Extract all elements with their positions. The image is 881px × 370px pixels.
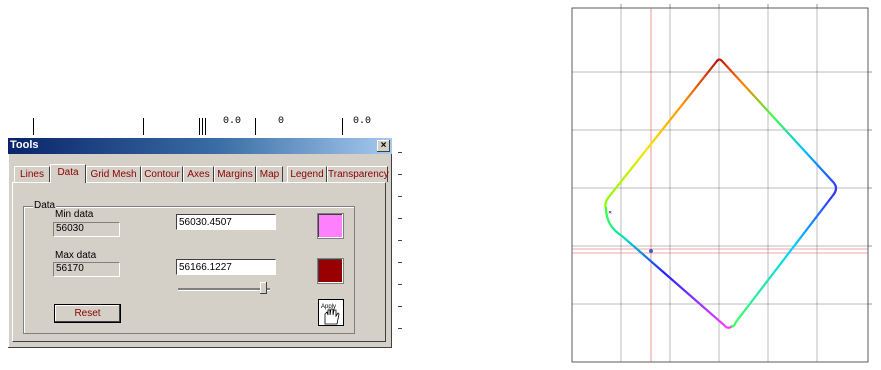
dialog-title: Tools (10, 139, 39, 151)
min-data-readout: 56030 (53, 222, 120, 237)
close-button[interactable]: × (377, 140, 390, 152)
tab-map[interactable]: Map (256, 166, 283, 182)
data-group-label: Data (33, 200, 57, 211)
max-slider-track (178, 288, 270, 291)
apply-text: Apply (321, 304, 336, 310)
apply-hand-icon: Apply (321, 304, 340, 325)
max-data-input[interactable] (176, 259, 276, 275)
tab-transparency[interactable]: Transparency (327, 166, 389, 182)
tab-contour[interactable]: Contour (141, 166, 183, 182)
min-data-input[interactable] (176, 214, 276, 230)
sheet-cell: 0.0 (353, 116, 372, 127)
map-plot[interactable]: ✕ (560, 0, 881, 370)
sheet-cell: 0 (278, 116, 285, 127)
tab-data[interactable]: Data (50, 164, 86, 183)
background-spreadsheet: 0.0 0 0.0 (8, 112, 400, 135)
start-marker-glyph: ✕ (608, 210, 612, 216)
max-slider-thumb[interactable] (260, 282, 268, 294)
title-bar[interactable]: Tools × (8, 138, 392, 154)
max-color-swatch[interactable] (317, 258, 344, 284)
apply-button[interactable]: Apply (318, 299, 344, 326)
tab-lines[interactable]: Lines (14, 166, 50, 182)
tab-axes[interactable]: Axes (183, 166, 214, 182)
min-color-swatch[interactable] (317, 213, 344, 239)
tab-grid-mesh[interactable]: Grid Mesh (86, 166, 141, 182)
max-data-label: Max data (55, 250, 97, 261)
max-data-readout: 56170 (53, 262, 120, 277)
reset-button[interactable]: Reset (55, 305, 120, 322)
tab-margins[interactable]: Margins (214, 166, 256, 182)
map-frame (571, 7, 869, 363)
position-marker[interactable] (649, 249, 653, 253)
sheet-cell: 0.0 (223, 116, 242, 127)
min-data-label: Min data (55, 209, 94, 220)
tab-legend[interactable]: Legend (287, 166, 327, 182)
